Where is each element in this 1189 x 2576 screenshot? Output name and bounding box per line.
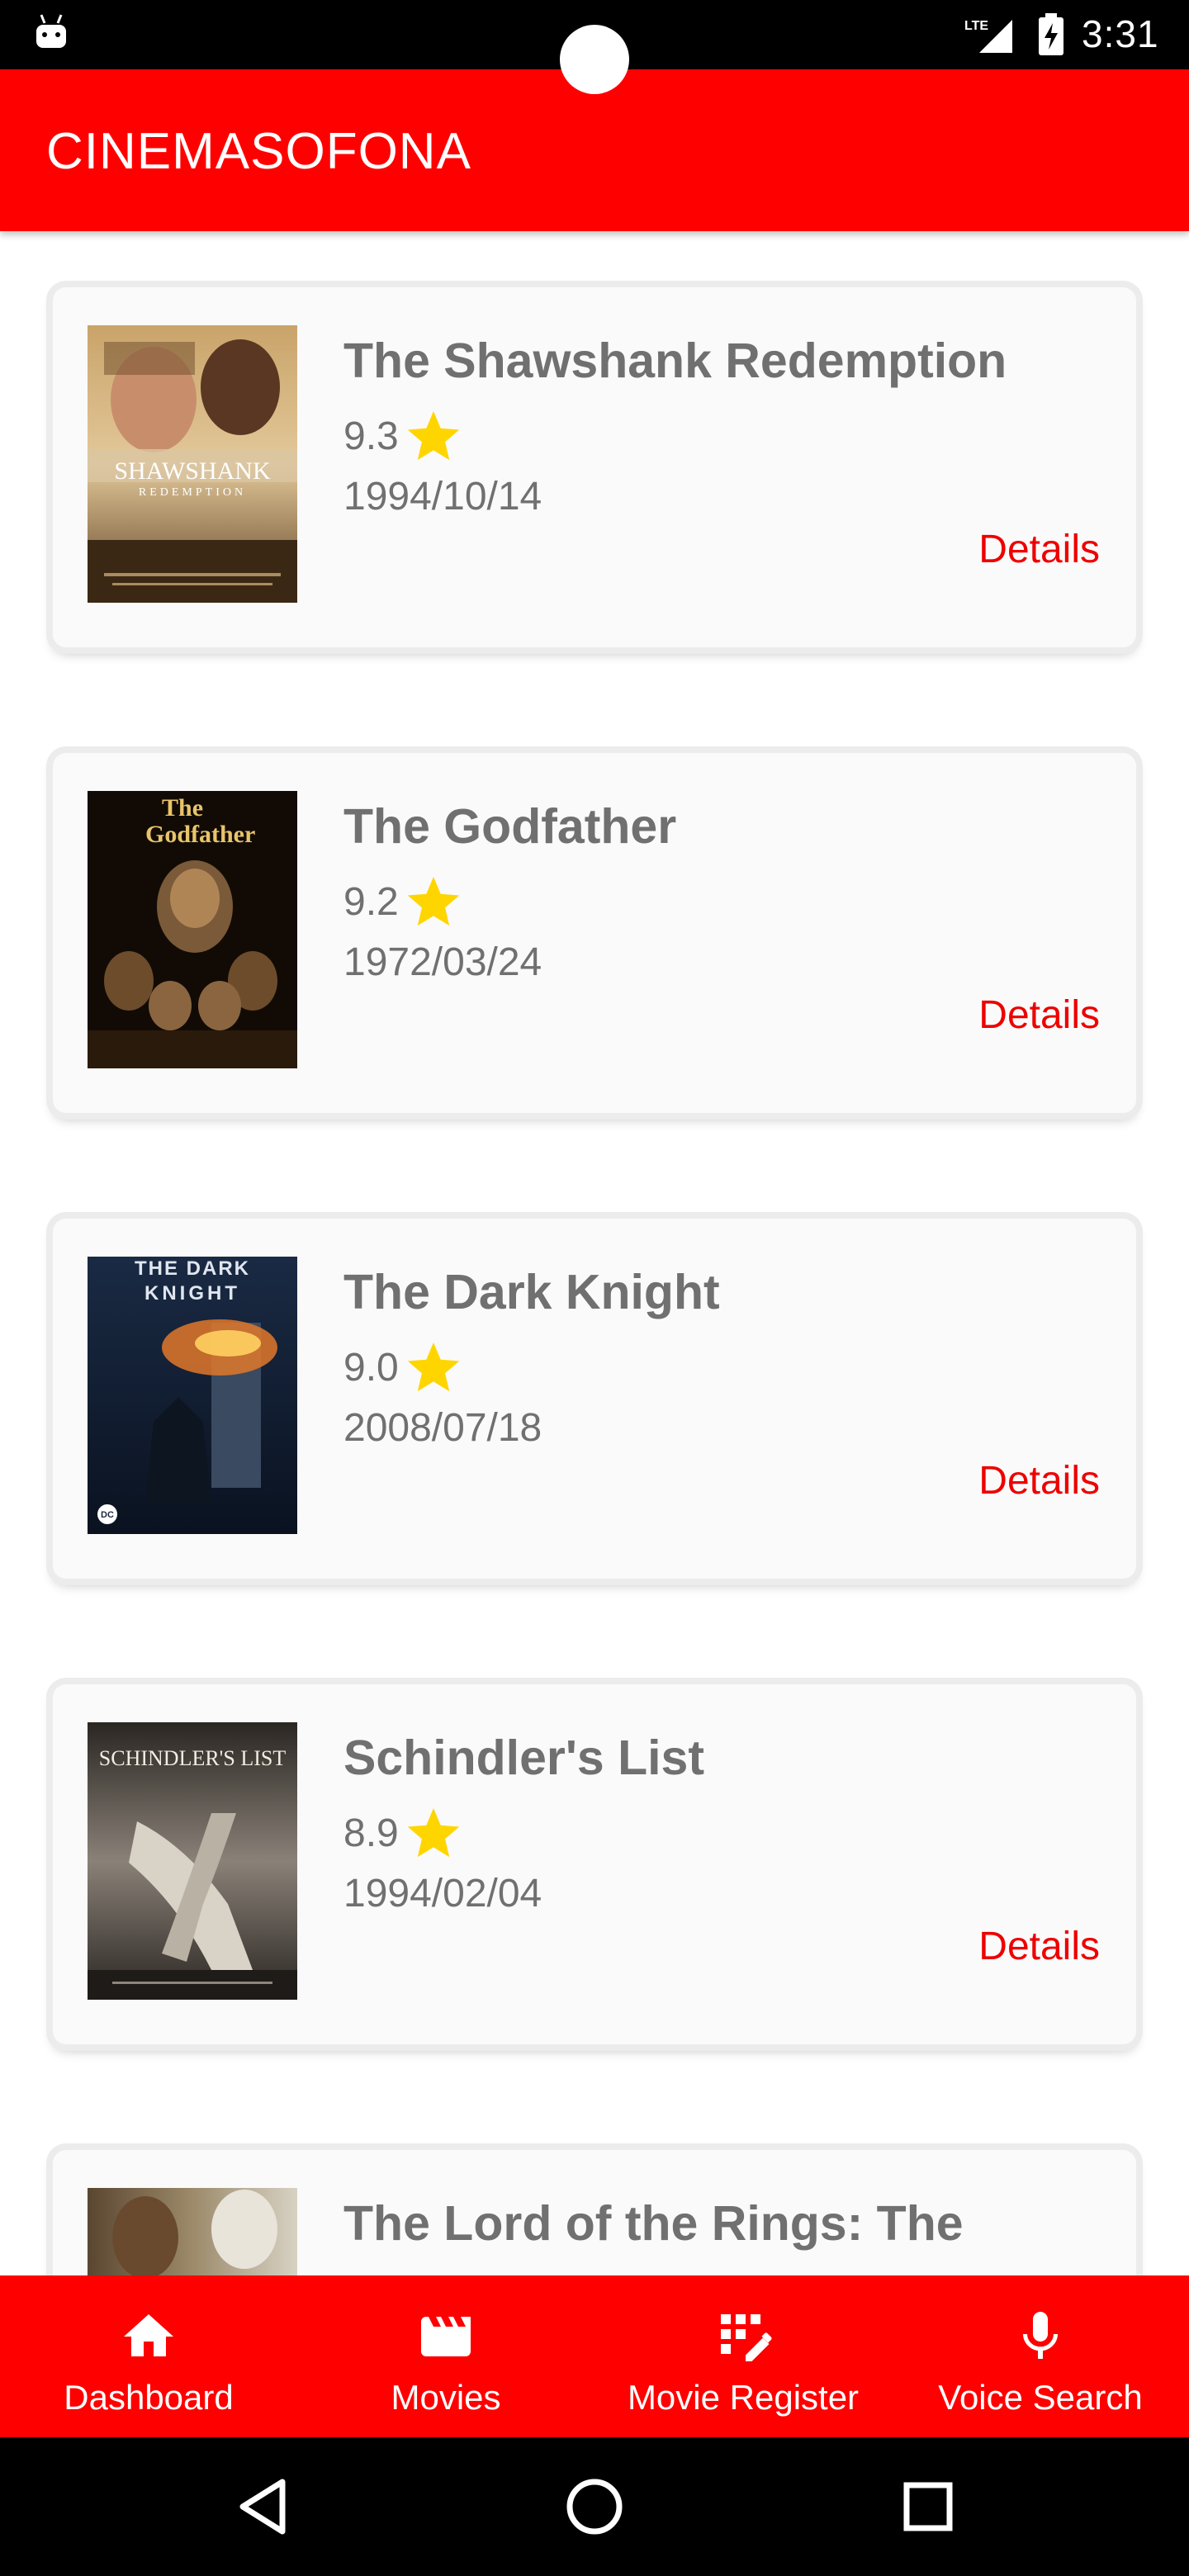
poster-title: SCHINDLER'S LIST	[99, 1746, 287, 1770]
movie-card[interactable]: THE DARK KNIGHT DC The Dark Knight 9.0 2…	[53, 1219, 1136, 1579]
rating-value: 8.9	[343, 1811, 399, 1855]
android-icon	[36, 14, 66, 48]
poster-subtitle: REDEMPTION	[139, 486, 246, 499]
poster-title-line1: THE DARK	[135, 1257, 250, 1280]
movie-card[interactable]: The Lord of the Rings: The	[53, 2150, 1136, 2275]
movie-poster: SCHINDLER'S LIST	[88, 1722, 297, 2000]
release-date: 1972/03/24	[343, 940, 542, 984]
movie-card[interactable]: SHAWSHANK REDEMPTION The Shawshank Redem…	[53, 287, 1136, 647]
poster-title: SHAWSHANK	[114, 457, 271, 485]
movie-poster: SHAWSHANK REDEMPTION	[88, 325, 297, 603]
movie-title: The Shawshank Redemption	[343, 334, 1007, 388]
rating-row: 9.0	[343, 1336, 463, 1399]
back-icon	[239, 2479, 286, 2535]
camera-cutout	[560, 25, 629, 94]
movie-card[interactable]: The Godfather The Godfather 9.2 1972/03/…	[53, 753, 1136, 1113]
nav-item-movie-register[interactable]: Movie Register	[594, 2275, 892, 2437]
nav-item-dashboard[interactable]: Dashboard	[0, 2275, 297, 2437]
rating-value: 9.0	[343, 1345, 399, 1390]
details-button[interactable]: Details	[978, 527, 1100, 572]
app-title: CINEMASOFONA	[46, 123, 471, 180]
star-icon	[407, 411, 459, 461]
movie-title: The Dark Knight	[343, 1265, 720, 1319]
lte-signal-icon: LTE	[964, 19, 1012, 53]
movie-card[interactable]: SCHINDLER'S LIST Schindler's List 8.9 19…	[53, 1684, 1136, 2044]
star-icon	[407, 877, 459, 926]
recents-button[interactable]	[887, 2465, 969, 2548]
movie-list[interactable]: SHAWSHANK REDEMPTION The Shawshank Redem…	[0, 231, 1189, 2275]
screen: LTE 3:31 CINEMASOFONA SHAWSHANK REDEMPTI…	[0, 0, 1189, 2576]
movie-title: Schindler's List	[343, 1731, 704, 1785]
microphone-icon	[1023, 2312, 1058, 2359]
details-button[interactable]: Details	[978, 1924, 1100, 1969]
system-navigation-bar	[0, 2437, 1189, 2576]
details-button[interactable]: Details	[978, 992, 1100, 1038]
nav-item-movies[interactable]: Movies	[297, 2275, 594, 2437]
rating-row: 9.2	[343, 870, 463, 933]
home-circle-icon	[566, 2479, 623, 2535]
movie-title: The Godfather	[343, 799, 677, 854]
register-edit-icon	[721, 2314, 772, 2361]
poster-title-line2: Godfather	[145, 821, 255, 848]
release-date: 1994/02/04	[343, 1872, 542, 1915]
nav-label: Dashboard	[64, 2378, 234, 2417]
poster-badge: DC	[101, 1510, 114, 1520]
star-icon	[407, 1808, 459, 1858]
movie-poster	[88, 2188, 297, 2275]
rating-value: 9.2	[343, 879, 399, 924]
release-date: 2008/07/18	[343, 1406, 542, 1450]
bottom-navigation: Dashboard Movies Movie Register Voice Se…	[0, 2275, 1189, 2437]
battery-charging-icon	[1039, 13, 1063, 55]
status-bar: LTE 3:31	[0, 0, 1189, 94]
movie-clapper-icon	[421, 2317, 471, 2356]
poster-title-line1: The	[162, 794, 203, 822]
home-icon	[124, 2314, 173, 2356]
rating-row: 8.9	[343, 1802, 463, 1864]
movie-poster: The Godfather	[88, 791, 297, 1068]
details-button[interactable]: Details	[978, 1458, 1100, 1503]
release-date: 1994/10/14	[343, 475, 542, 519]
poster-title-line2: KNIGHT	[144, 1282, 240, 1305]
nav-label: Voice Search	[938, 2378, 1143, 2417]
movie-title: The Lord of the Rings: The	[343, 2196, 964, 2251]
rating-row: 9.3	[343, 405, 463, 467]
back-button[interactable]	[223, 2465, 306, 2548]
star-icon	[407, 1342, 459, 1392]
movie-poster: THE DARK KNIGHT DC	[88, 1257, 297, 1534]
nav-item-voice-search[interactable]: Voice Search	[892, 2275, 1189, 2437]
network-label: LTE	[964, 19, 988, 33]
recents-icon	[903, 2482, 953, 2531]
nav-label: Movies	[391, 2378, 501, 2417]
rating-value: 9.3	[343, 414, 399, 458]
nav-label: Movie Register	[627, 2378, 860, 2417]
home-button[interactable]	[553, 2465, 636, 2548]
status-time: 3:31	[1082, 12, 1159, 55]
